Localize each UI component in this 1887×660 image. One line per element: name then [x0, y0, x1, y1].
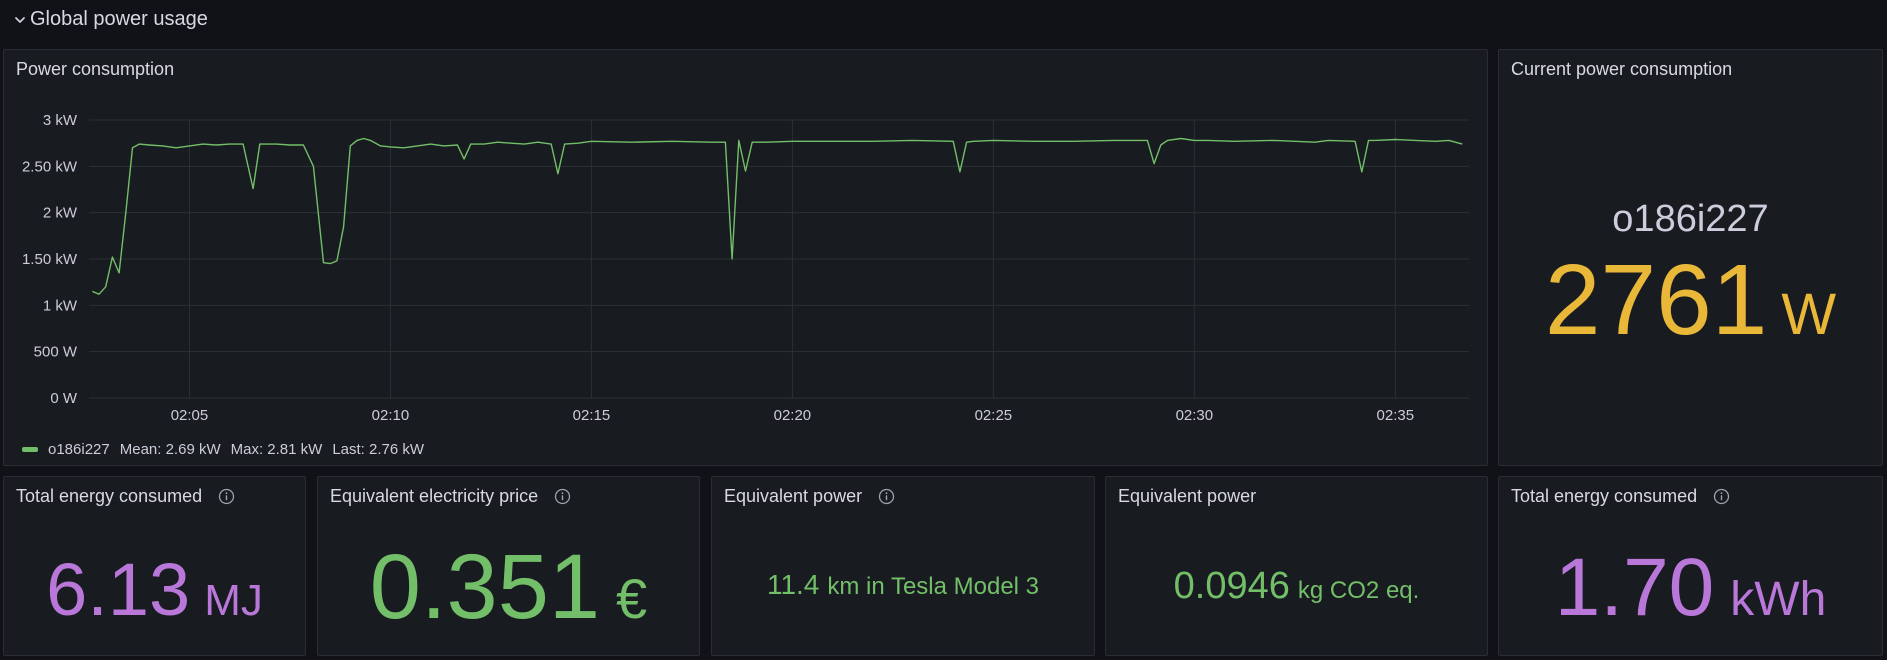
energy-kwh-stat: 1.70 kWh [1499, 541, 1882, 635]
panel-title-text: Equivalent electricity price [330, 486, 539, 506]
x-tick-label: 02:15 [573, 407, 611, 424]
equivalent-power-tesla-panel: Equivalent power 11.4 km in Tesla Model … [711, 476, 1095, 656]
series-line-o186i227 [92, 137, 1463, 295]
x-tick-label: 02:20 [774, 407, 812, 424]
y-tick-label: 500 W [34, 344, 78, 361]
y-tick-label: 2 kW [43, 205, 78, 222]
dashboard-row-header[interactable]: Global power usage [0, 0, 1887, 40]
y-tick-label: 2.50 kW [22, 158, 78, 175]
legend-swatch [22, 447, 38, 452]
chart-legend: o186i227 Mean: 2.69 kW Max: 2.81 kW Last… [22, 441, 434, 458]
power-consumption-chart: 3 kW 2.50 kW 2 kW 1.50 kW 1 kW 500 W 0 W 02:05 0… [22, 112, 1469, 424]
x-tick-label: 02:35 [1377, 407, 1415, 424]
equivalent-power-co2-panel: Equivalent power 0.0946 kg CO2 eq. [1105, 476, 1488, 656]
stat-unit: € [616, 567, 648, 630]
electricity-price-panel: Equivalent electricity price 0.351 € [317, 476, 700, 656]
info-icon[interactable] [878, 488, 895, 505]
stat-value: 11.4 [766, 569, 820, 600]
panel-title-text: Total energy consumed [16, 486, 203, 506]
energy-mj-stat: 6.13 MJ [4, 547, 305, 632]
price-stat: 0.351 € [318, 535, 699, 640]
y-tick-label: 3 kW [43, 112, 78, 129]
panel-title[interactable]: Equivalent power [724, 486, 895, 507]
panel-title-text: Equivalent power [724, 486, 863, 506]
panel-title[interactable]: Total energy consumed [1511, 486, 1730, 507]
stat-unit: kWh [1730, 573, 1827, 626]
info-icon[interactable] [554, 488, 571, 505]
info-icon[interactable] [1713, 488, 1730, 505]
panel-title-text: Total energy consumed [1511, 486, 1698, 506]
y-tick-label: 0 W [50, 390, 78, 407]
stat-unit: kg CO2 eq. [1297, 577, 1420, 604]
x-tick-label: 02:10 [372, 407, 410, 424]
stat-unit: km in Tesla Model 3 [827, 573, 1040, 600]
x-tick-label: 02:25 [975, 407, 1013, 424]
stat-value: 6.13 [46, 548, 191, 631]
stat-value: 1.70 [1554, 542, 1715, 633]
panel-title[interactable]: Equivalent power [1118, 486, 1256, 507]
chevron-down-icon[interactable] [13, 13, 27, 27]
legend-max: Max: 2.81 kW [230, 441, 323, 458]
y-tick-label: 1 kW [43, 297, 78, 314]
info-icon[interactable] [218, 488, 235, 505]
power-consumption-panel: Power consumption 3 kW 2.50 kW 2 kW 1.50 kW… [3, 49, 1488, 466]
legend-series-name[interactable]: o186i227 [48, 441, 110, 458]
panel-title-text: Equivalent power [1118, 486, 1257, 506]
total-energy-kwh-panel: Total energy consumed 1.70 kWh [1498, 476, 1883, 656]
co2-stat: 0.0946 kg CO2 eq. [1106, 565, 1487, 608]
panel-title-text: Current power consumption [1511, 59, 1733, 79]
current-power-panel: Current power consumption o186i227 2761 … [1498, 49, 1883, 466]
stat-value: 2761 [1544, 244, 1768, 356]
total-energy-mj-panel: Total energy consumed 6.13 MJ [3, 476, 306, 656]
legend-last: Last: 2.76 kW [332, 441, 425, 458]
panel-title[interactable]: Current power consumption [1511, 59, 1732, 80]
panel-title[interactable]: Total energy consumed [16, 486, 235, 507]
y-tick-label: 1.50 kW [22, 251, 78, 268]
legend-mean: Mean: 2.69 kW [119, 441, 221, 458]
current-series-label: o186i227 [1499, 198, 1882, 241]
current-power-stat: 2761 W [1499, 245, 1882, 355]
panel-title[interactable]: Equivalent electricity price [330, 486, 571, 507]
stat-value: 0.351 [369, 536, 601, 638]
x-tick-label: 02:30 [1176, 407, 1214, 424]
stat-unit: W [1781, 282, 1837, 347]
stat-value: 0.0946 [1173, 565, 1290, 607]
current-series-label-text: o186i227 [1612, 198, 1769, 240]
row-title[interactable]: Global power usage [30, 8, 208, 31]
tesla-stat: 11.4 km in Tesla Model 3 [712, 569, 1094, 601]
stat-unit: MJ [204, 576, 263, 625]
x-tick-label: 02:05 [171, 407, 209, 424]
